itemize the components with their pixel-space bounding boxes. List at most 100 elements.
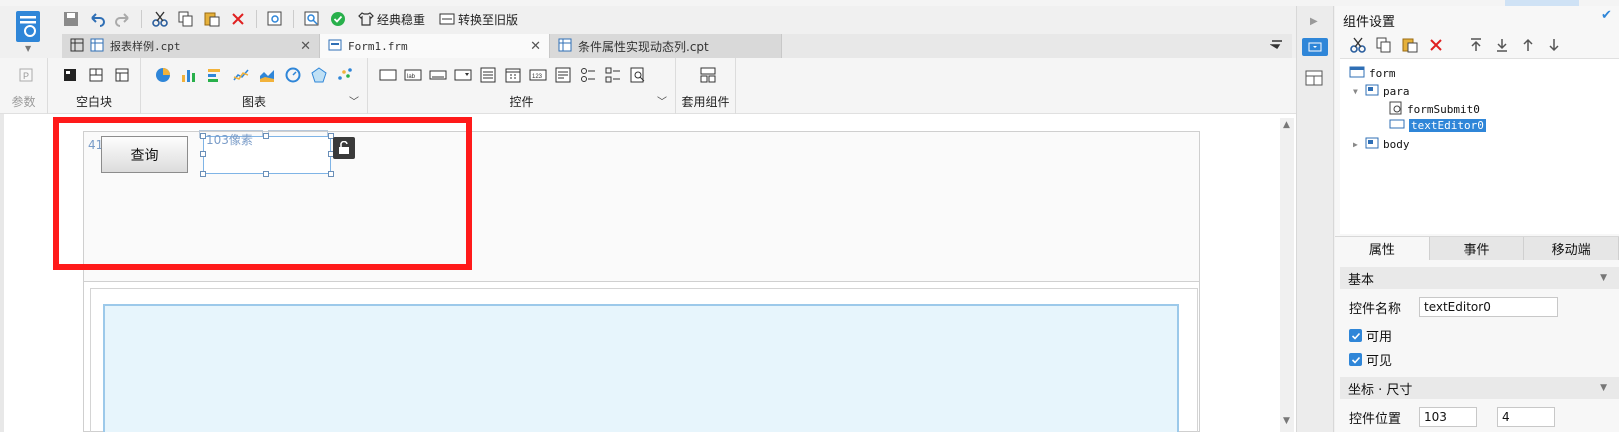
- group-param: P 参数: [0, 58, 48, 114]
- panel-toolbar: [1349, 36, 1563, 54]
- copy-icon[interactable]: [1375, 36, 1393, 54]
- position-row: 控件位置 103 4: [1349, 407, 1555, 427]
- toolbar-divider: [293, 10, 294, 28]
- cut-icon[interactable]: [1349, 36, 1367, 54]
- group-label: 控件: [509, 95, 534, 109]
- tab-label: Form1.frm: [348, 39, 408, 53]
- expand-arrow-icon[interactable]: ▶: [1310, 16, 1318, 27]
- date-control-icon[interactable]: [503, 66, 523, 84]
- convert-legacy-button[interactable]: 转换至旧版: [434, 8, 523, 30]
- search-icon[interactable]: [301, 8, 323, 30]
- chevron-down-icon[interactable]: ▼: [25, 44, 31, 53]
- bar-chart-icon[interactable]: [179, 66, 199, 84]
- close-icon[interactable]: ✕: [300, 39, 311, 54]
- tree-label: formSubmit0: [1407, 103, 1480, 116]
- absolute-layout-icon[interactable]: [60, 66, 80, 84]
- chevron-down-icon[interactable]: ▼: [1600, 383, 1607, 393]
- layout-panel-icon[interactable]: [1305, 70, 1323, 86]
- tree-label: body: [1383, 138, 1410, 151]
- scatter-chart-icon[interactable]: [335, 66, 355, 84]
- name-field[interactable]: textEditor0: [1419, 297, 1558, 317]
- search-control-icon[interactable]: [628, 66, 648, 84]
- close-icon[interactable]: ✕: [530, 39, 541, 54]
- delete-icon[interactable]: [227, 8, 249, 30]
- delete-icon[interactable]: [1427, 36, 1445, 54]
- tab-menu-icon[interactable]: [1269, 38, 1284, 52]
- paste-icon[interactable]: [201, 8, 223, 30]
- chevron-down-icon[interactable]: ▼: [1600, 273, 1607, 283]
- button-control-icon[interactable]: [378, 66, 398, 84]
- chevron-down-icon[interactable]: ﹀: [349, 93, 359, 108]
- enabled-label: 可用: [1366, 330, 1393, 345]
- cut-icon[interactable]: [149, 8, 171, 30]
- undo-icon[interactable]: [86, 8, 108, 30]
- svg-text:P: P: [23, 71, 29, 81]
- tab-report-sample[interactable]: 报表样例.cpt ✕: [62, 34, 320, 58]
- name-row: 控件名称 textEditor0: [1349, 297, 1558, 317]
- visible-checkbox[interactable]: [1349, 353, 1362, 366]
- radar-chart-icon[interactable]: [309, 66, 329, 84]
- list-control-icon[interactable]: [478, 66, 498, 84]
- section-position[interactable]: 坐标 · 尺寸 ▼: [1340, 377, 1619, 399]
- tab-form1[interactable]: Form1.frm ✕: [320, 34, 550, 58]
- move-top-icon[interactable]: [1467, 36, 1485, 54]
- redo-icon[interactable]: [112, 8, 134, 30]
- collapse-arrow-icon[interactable]: ▼: [1353, 87, 1361, 96]
- tab-events[interactable]: 事件: [1430, 237, 1525, 260]
- group-control: lab 123 控件 ﹀: [368, 58, 676, 114]
- pin-icon[interactable]: ✔: [1601, 8, 1612, 23]
- canvas-gutter: [0, 114, 4, 432]
- classic-theme-button[interactable]: 经典稳重: [353, 8, 430, 30]
- gauge-chart-icon[interactable]: [283, 66, 303, 84]
- position-y-field[interactable]: 4: [1497, 407, 1555, 427]
- save-icon[interactable]: [60, 8, 82, 30]
- radio-control-icon[interactable]: [578, 66, 598, 84]
- chevron-down-icon[interactable]: ﹀: [657, 93, 667, 108]
- tab-conditional-columns[interactable]: 条件属性实现动态列.cpt: [550, 34, 782, 58]
- text-control-icon[interactable]: [428, 66, 448, 84]
- combo-control-icon[interactable]: [453, 66, 473, 84]
- move-down-icon[interactable]: [1545, 36, 1563, 54]
- convert-legacy-label: 转换至旧版: [458, 12, 519, 27]
- textarea-control-icon[interactable]: [553, 66, 573, 84]
- group-label: 图表: [241, 95, 266, 109]
- enabled-row[interactable]: 可用: [1349, 326, 1392, 345]
- area-chart-icon[interactable]: [257, 66, 277, 84]
- move-up-icon[interactable]: [1519, 36, 1537, 54]
- tab-mobile[interactable]: 移动端: [1524, 237, 1619, 260]
- enabled-checkbox[interactable]: [1349, 329, 1362, 342]
- copy-icon[interactable]: [175, 8, 197, 30]
- visible-row[interactable]: 可见: [1349, 350, 1392, 369]
- expand-arrow-icon[interactable]: ▶: [1353, 140, 1361, 149]
- section-basic[interactable]: 基本 ▼: [1340, 267, 1619, 289]
- tree-node-formsubmit0[interactable]: formSubmit0: [1389, 101, 1480, 118]
- tree-node-body[interactable]: ▶ body: [1353, 137, 1410, 152]
- scroll-up-icon[interactable]: ▲: [1283, 120, 1290, 130]
- split-layout-icon[interactable]: [86, 66, 106, 84]
- hbar-chart-icon[interactable]: [205, 66, 225, 84]
- position-x-field[interactable]: 103: [1419, 407, 1477, 427]
- tree-node-texteditor0[interactable]: textEditor0: [1389, 119, 1486, 132]
- tree-node-para[interactable]: ▼ para: [1353, 84, 1410, 99]
- line-chart-icon[interactable]: [231, 66, 251, 84]
- tab-properties[interactable]: 属性: [1335, 237, 1430, 260]
- check-circle-icon[interactable]: [327, 8, 349, 30]
- body-layout[interactable]: [103, 304, 1179, 432]
- shirt-icon: [358, 12, 374, 26]
- template-doc-icon[interactable]: [14, 10, 44, 44]
- scroll-down-icon[interactable]: ▼: [1283, 416, 1290, 426]
- label-control-icon[interactable]: lab: [403, 66, 423, 84]
- pie-chart-icon[interactable]: [153, 66, 173, 84]
- tab-layout-icon[interactable]: [112, 66, 132, 84]
- preview-icon[interactable]: [264, 8, 286, 30]
- suite-component-icon[interactable]: [698, 66, 718, 84]
- move-bottom-icon[interactable]: [1493, 36, 1511, 54]
- paste-icon[interactable]: [1401, 36, 1419, 54]
- widget-settings-icon[interactable]: [1302, 38, 1328, 56]
- checkbox-control-icon[interactable]: [603, 66, 623, 84]
- tree-label: form: [1369, 67, 1396, 80]
- number-control-icon[interactable]: 123: [528, 66, 548, 84]
- tree-node-form[interactable]: form: [1349, 66, 1396, 81]
- param-icon[interactable]: P: [16, 66, 36, 84]
- canvas-scrollbar[interactable]: ▲ ▼: [1280, 118, 1294, 432]
